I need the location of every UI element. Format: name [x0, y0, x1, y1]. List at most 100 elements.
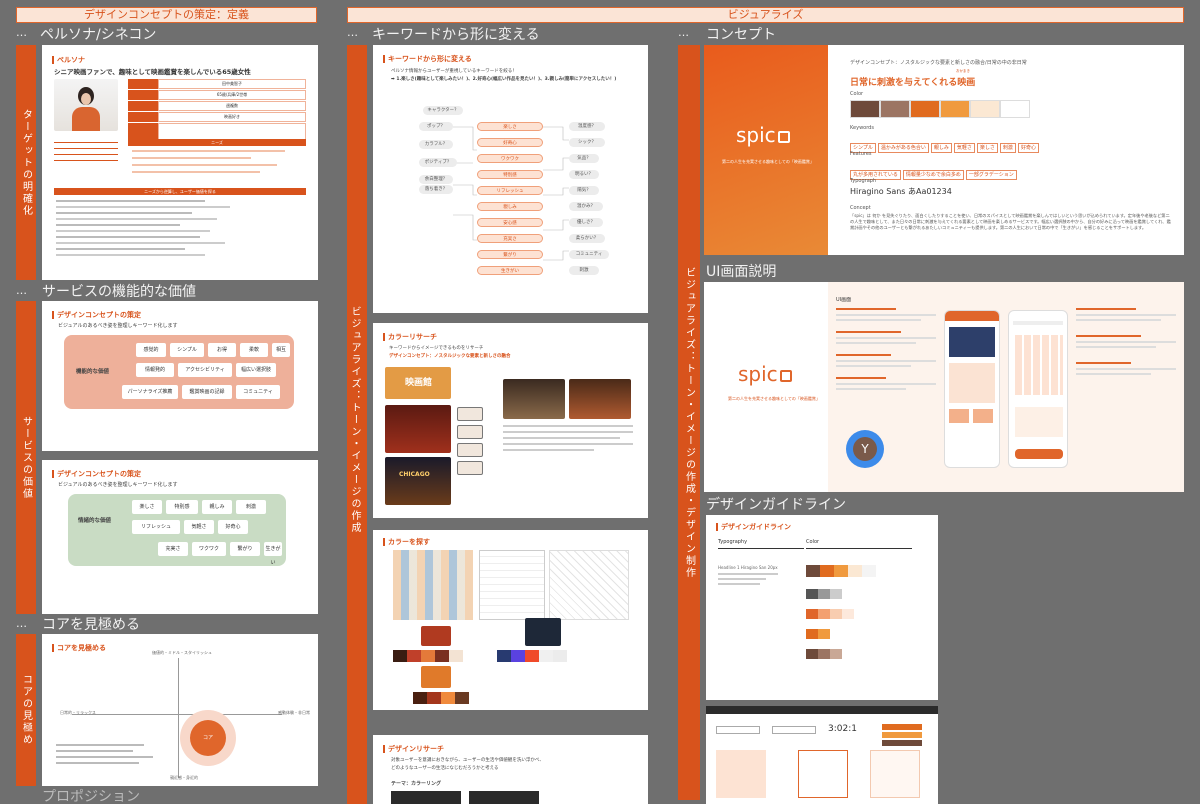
kw-center-2: 好奇心 [477, 138, 543, 147]
swatch-row-1 [393, 650, 463, 662]
kw-f5: 相互 [272, 343, 290, 357]
kw-right-6: 温かみ？ [569, 202, 603, 211]
swatch-1 [850, 100, 880, 118]
vbar-target: ターゲットの明確化 [16, 45, 36, 280]
ui-screen-title: UI画面 [836, 297, 852, 303]
color-research-card: カラーリサーチ キーワードからイメージできるものをリサーチ デザインコンセプト：… [373, 323, 648, 518]
persona-table: 田中美智子 65歳/兵庫/2世帯 週複数 映画好き [128, 79, 306, 143]
tertiary-swatches [806, 649, 842, 659]
brand-swatches [806, 565, 876, 577]
section-persona: ペルソナ/シネコン [40, 27, 157, 43]
dots: … [16, 26, 28, 39]
kw-f9: パーソナライズ推薦 [122, 385, 178, 399]
kw-right-9: コミュニティ [569, 250, 609, 259]
kw-f10: 鑑賞映画の記録 [182, 385, 232, 399]
vbar-visual-mid: ビジュアライズ：トーン・イメージの作成 [347, 45, 367, 804]
concept-keywords: シンプル 温かみがある色合い 親しみ 気軽さ 楽しさ 刺激 好奇心 [850, 134, 1041, 153]
kw-center-6: 親しみ [477, 202, 543, 211]
theater-sign-photo: 映画館 [385, 367, 451, 399]
popcorn-icon [779, 370, 792, 382]
proto-input-1 [716, 726, 760, 734]
kw-f6: 情報発的 [136, 363, 174, 377]
ui-logo-text: spic [738, 362, 778, 386]
color-grid-1 [393, 550, 473, 620]
bottom-header: ニーズから逆算し、ユーザー価値を探る [54, 188, 306, 195]
emotional-label: 情緒的な価値 [78, 518, 112, 524]
seat-photo-small [421, 626, 451, 646]
kw-e7: 好奇心 [218, 520, 248, 534]
research-thumb-2 [469, 791, 539, 804]
kw-center-8: 充実さ [477, 234, 543, 243]
design-research-desc2: どのようなユーザーの生活になじむだろうかと考える [391, 766, 499, 771]
ui-card: spic 第二の人生を充実させる趣味としての「映画鑑賞」 UI画面 Y [704, 282, 1184, 492]
concept-main: 日常に刺激を与えてくれる映画 [850, 78, 976, 88]
kw-e10: 繋がり [230, 542, 260, 556]
core-title: コアを見極める [52, 644, 106, 652]
persona-card: ペルソナ シニア映画ファンで、趣味として映画鑑賞を楽しんでいる65歳女性 田中美… [42, 45, 318, 280]
keyword-tag-6: 刺激 [999, 143, 1016, 153]
prototype-toolbar [706, 706, 938, 714]
ui-logo-caption: 第二の人生を充実させる趣味としての「映画鑑賞」 [728, 396, 820, 401]
phone-1 [944, 310, 1000, 468]
chicago-text: CHICAGO [399, 471, 430, 478]
persona-row-1: 田中美智子 [158, 79, 306, 89]
type-lines [718, 573, 778, 585]
emotional-card: デザインコンセプトの策定 ビジュアルのあるべき姿を整理しキーワード化します 情緒… [42, 460, 318, 614]
prototype-card: 3:02:1 [706, 706, 938, 804]
color-search-title: カラーを探す [383, 538, 430, 546]
avatar[interactable]: Y [846, 430, 884, 468]
needs-lines [132, 150, 302, 173]
kw-e4: 刺激 [236, 500, 266, 514]
proto-panel-1 [716, 750, 766, 798]
emotional-panel: 情緒的な価値 楽しさ 特別感 親しみ 刺激 リフレッシュ 気軽さ 好奇心 充実さ… [68, 494, 286, 566]
kw-left-3: カラフル？ [419, 140, 453, 149]
features-label: Features [850, 151, 872, 157]
swatch-4 [940, 100, 970, 118]
color-label: Color [850, 91, 864, 97]
persona-photo [54, 79, 118, 131]
app-photo-small [525, 618, 561, 646]
keyword-tag-5: 楽しさ [976, 143, 998, 153]
emotional-title: デザインコンセプトの策定 [52, 470, 141, 478]
color-research-title: カラーリサーチ [383, 333, 437, 341]
concept-logo-caption: 第二の人生を充実させる趣味としての「映画鑑賞」 [722, 159, 814, 164]
emotional-desc: ビジュアルのあるべき姿を整理しキーワード化します [58, 482, 178, 488]
design-research-desc1: 対象ユーザーを意識におきながら、ユーザーの生活や価値観を洗い浮かべ、 [391, 758, 544, 763]
chicago-photo: CHICAGO [385, 457, 451, 505]
section-keyword: キーワードから形に変える [372, 27, 540, 43]
section-core: コアを見極める [42, 617, 140, 633]
dots: … [16, 284, 28, 297]
keyword-tag-7: 好奇心 [1017, 143, 1039, 153]
kw-e8: 充実さ [158, 542, 188, 556]
swatch-5 [970, 100, 1000, 118]
kw-e11: 生きがい [264, 542, 282, 566]
concept-swatches [850, 100, 1030, 118]
concept-brand-panel: spic 第二の人生を充実させる趣味としての「映画鑑賞」 [704, 45, 828, 255]
keyword-tag-3: 親しみ [930, 143, 952, 153]
core-notes [56, 744, 166, 764]
kw-e2: 特別感 [166, 500, 198, 514]
design-research-card: デザインリサーチ 対象ユーザーを意識におきながら、ユーザーの生活や価値観を洗い浮… [373, 735, 648, 804]
typography-label: Typography [718, 539, 748, 545]
kw-center-10: 生きがい [477, 266, 543, 275]
kw-left-5: 余白整理？ [419, 175, 453, 184]
concept-logo: spic [736, 123, 790, 147]
phone-2 [1008, 310, 1068, 468]
keyword-tag-4: 気軽さ [953, 143, 975, 153]
functional-desc: ビジュアルのあるべき姿を整理しキーワード化します [58, 323, 178, 329]
kw-right-10: 刺激 [569, 266, 599, 275]
theater-seats-photo [385, 405, 451, 453]
kw-f3: お得 [208, 343, 236, 357]
kw-center-5: リフレッシュ [477, 186, 543, 195]
avatar-initial: Y [853, 437, 877, 461]
typo-label: Typograph [850, 178, 877, 184]
ticket-3 [457, 443, 483, 457]
functional-label: 機能的な価値 [76, 369, 110, 375]
kw-f11: コミュニティ [236, 385, 280, 399]
header-right: ビジュアライズ [347, 7, 1184, 23]
vbar-core: コアの見極め [16, 634, 36, 786]
headline-sample: Headline 1 Hiragino San 20px [718, 565, 778, 570]
ticket-1 [457, 407, 483, 421]
kw-right-8: 柔らかい？ [569, 234, 605, 243]
design-research-title: デザインリサーチ [383, 745, 444, 753]
